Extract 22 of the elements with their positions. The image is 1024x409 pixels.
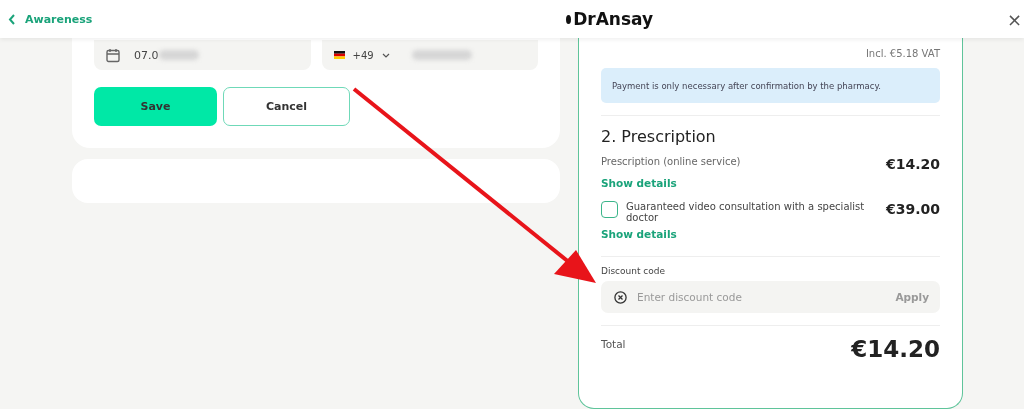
info-text: Payment is only necessary after confirmation by the pharmacy. xyxy=(612,80,881,91)
flag-icon xyxy=(333,51,345,59)
item-price: €39.00 xyxy=(885,201,940,217)
cancel-button[interactable]: Cancel xyxy=(223,87,350,126)
section-title: 2. Prescription xyxy=(601,127,717,146)
dropdown-chevron-icon xyxy=(381,52,390,58)
back-chevron-icon xyxy=(8,13,16,25)
total-label: Total xyxy=(601,338,626,350)
save-button[interactable]: Save xyxy=(94,87,217,126)
clear-icon xyxy=(614,290,627,304)
item-label: Guaranteed video consultation with a specialist doctor xyxy=(626,201,866,223)
phone-field[interactable]: +49 xyxy=(321,40,538,70)
item-price: €14.20 xyxy=(885,156,940,172)
logo: DrAnsay xyxy=(566,9,654,29)
item-label: Prescription (online service) xyxy=(601,156,742,167)
total-value: €14.20 xyxy=(851,336,940,362)
calendar-icon xyxy=(106,47,120,63)
discount-label: Discount code xyxy=(601,266,667,276)
close-button[interactable]: × xyxy=(1006,8,1022,30)
date-field[interactable]: 07.0 xyxy=(94,40,311,70)
vat-note: Incl. €5.18 VAT xyxy=(865,48,940,59)
checkbox[interactable] xyxy=(601,201,618,218)
